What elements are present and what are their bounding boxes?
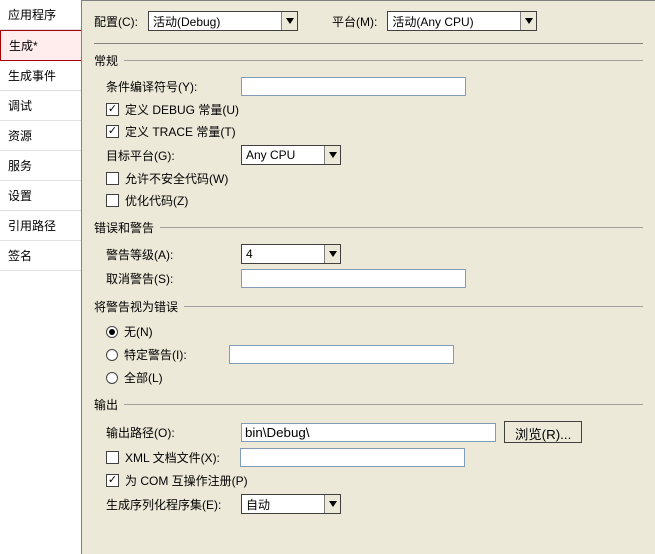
platform-dropdown[interactable]: 活动(Any CPU) [387, 11, 537, 31]
serialization-label: 生成序列化程序集(E): [106, 496, 241, 513]
sidebar-item-label: 应用程序 [8, 8, 56, 22]
conditional-symbols-label: 条件编译符号(Y): [106, 78, 241, 95]
suppress-warnings-label: 取消警告(S): [106, 270, 241, 287]
allow-unsafe-label: 允许不安全代码(W) [125, 170, 228, 187]
sidebar-item-build[interactable]: 生成* [0, 30, 81, 61]
browse-button-label: 浏览(R)... [515, 427, 571, 442]
com-interop-label: 为 COM 互操作注册(P) [125, 472, 248, 489]
treat-specific-label: 特定警告(I): [124, 346, 229, 363]
group-errors-title: 错误和警告 [94, 219, 160, 236]
sidebar-item-debug[interactable]: 调试 [0, 91, 81, 121]
browse-button[interactable]: 浏览(R)... [504, 421, 582, 443]
xml-doc-label: XML 文档文件(X): [125, 449, 240, 466]
config-label: 配置(C): [94, 13, 138, 30]
divider [124, 404, 643, 405]
sidebar-item-services[interactable]: 服务 [0, 151, 81, 181]
sidebar-item-label: 设置 [8, 189, 32, 203]
sidebar-item-settings[interactable]: 设置 [0, 181, 81, 211]
sidebar: 应用程序 生成* 生成事件 调试 资源 服务 设置 引用路径 签名 [0, 0, 82, 554]
divider [124, 60, 643, 61]
sidebar-item-resources[interactable]: 资源 [0, 121, 81, 151]
define-trace-label: 定义 TRACE 常量(T) [125, 123, 236, 140]
chevron-down-icon [324, 146, 340, 164]
sidebar-item-label: 签名 [8, 249, 32, 263]
warning-level-value: 4 [246, 247, 253, 261]
treat-none-label: 无(N) [124, 323, 153, 340]
target-platform-label: 目标平台(G): [106, 147, 241, 164]
sidebar-item-reference-paths[interactable]: 引用路径 [0, 211, 81, 241]
chevron-down-icon [324, 245, 340, 263]
treat-none-radio[interactable] [106, 326, 118, 338]
group-treat-title: 将警告视为错误 [94, 298, 184, 315]
optimize-checkbox[interactable] [106, 194, 119, 207]
treat-all-label: 全部(L) [124, 369, 163, 386]
sidebar-item-label: 资源 [8, 129, 32, 143]
sidebar-item-build-events[interactable]: 生成事件 [0, 61, 81, 91]
xml-doc-input[interactable] [240, 448, 465, 467]
suppress-warnings-input[interactable] [241, 269, 466, 288]
sidebar-item-label: 服务 [8, 159, 32, 173]
output-path-input[interactable] [241, 423, 496, 442]
group-output-title: 输出 [94, 396, 124, 413]
chevron-down-icon [281, 12, 297, 30]
chevron-down-icon [324, 495, 340, 513]
xml-doc-checkbox[interactable] [106, 451, 119, 464]
com-interop-checkbox[interactable] [106, 474, 119, 487]
output-path-label: 输出路径(O): [106, 424, 241, 441]
treat-specific-input[interactable] [229, 345, 454, 364]
define-debug-checkbox[interactable] [106, 103, 119, 116]
main-panel: 配置(C): 活动(Debug) 平台(M): 活动(Any CPU) 常规 条… [82, 0, 655, 554]
serialization-value: 自动 [246, 496, 270, 513]
treat-all-radio[interactable] [106, 372, 118, 384]
platform-label: 平台(M): [332, 13, 377, 30]
define-debug-label: 定义 DEBUG 常量(U) [125, 101, 239, 118]
config-value: 活动(Debug) [153, 13, 220, 30]
target-platform-value: Any CPU [246, 148, 295, 162]
treat-specific-radio[interactable] [106, 349, 118, 361]
sidebar-item-application[interactable]: 应用程序 [0, 0, 81, 30]
conditional-symbols-input[interactable] [241, 77, 466, 96]
warning-level-dropdown[interactable]: 4 [241, 244, 341, 264]
define-trace-checkbox[interactable] [106, 125, 119, 138]
sidebar-item-label: 引用路径 [8, 219, 56, 233]
optimize-label: 优化代码(Z) [125, 192, 188, 209]
config-dropdown[interactable]: 活动(Debug) [148, 11, 298, 31]
target-platform-dropdown[interactable]: Any CPU [241, 145, 341, 165]
sidebar-item-label: 生成* [9, 39, 38, 53]
sidebar-item-label: 生成事件 [8, 69, 56, 83]
chevron-down-icon [520, 12, 536, 30]
divider [160, 227, 643, 228]
sidebar-item-label: 调试 [8, 99, 32, 113]
divider [184, 306, 643, 307]
serialization-dropdown[interactable]: 自动 [241, 494, 341, 514]
sidebar-item-signing[interactable]: 签名 [0, 241, 81, 271]
platform-value: 活动(Any CPU) [392, 13, 473, 30]
group-general-title: 常规 [94, 52, 124, 69]
allow-unsafe-checkbox[interactable] [106, 172, 119, 185]
warning-level-label: 警告等级(A): [106, 246, 241, 263]
